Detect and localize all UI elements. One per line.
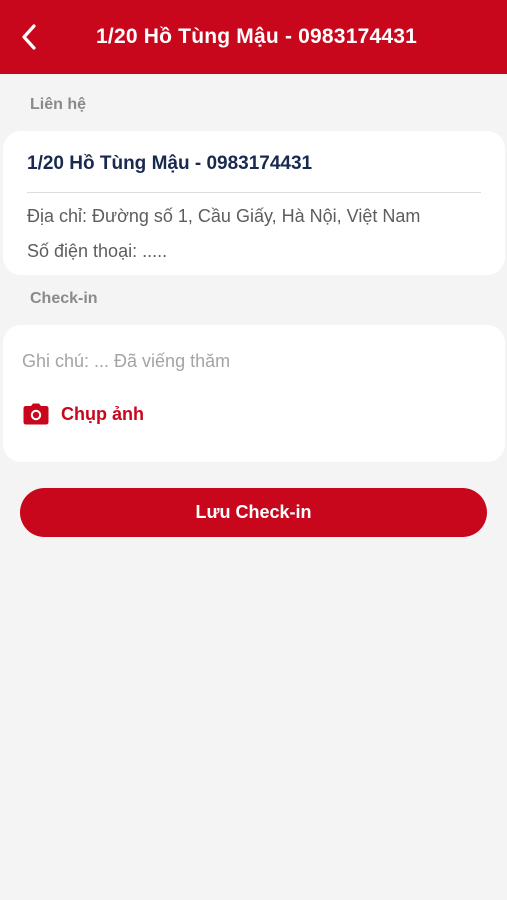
take-photo-label: Chụp ảnh [61,403,144,424]
contact-name: 1/20 Hồ Tùng Mậu - 0983174431 [27,153,313,174]
page-title: 1/20 Hồ Tùng Mậu - 0983174431 [96,25,417,48]
divider [27,192,481,193]
checkin-section-label: Check-in [30,290,98,307]
save-checkin-button[interactable]: Lưu Check-in [20,488,487,537]
note-input[interactable] [22,347,482,375]
contact-card: 1/20 Hồ Tùng Mậu - 0983174431 Địa chỉ: Đ… [3,131,505,275]
checkin-card: Chụp ảnh [3,325,505,462]
back-button[interactable] [14,22,44,52]
take-photo-button[interactable]: Chụp ảnh [23,399,144,429]
contact-phone: Số điện thoại: ..... [27,241,168,261]
chevron-left-icon [22,24,36,50]
top-app-bar: 1/20 Hồ Tùng Mậu - 0983174431 [0,0,507,74]
contact-section-label: Liên hệ [30,96,87,113]
camera-icon [23,403,49,425]
contact-address: Địa chỉ: Đường số 1, Cầu Giấy, Hà Nội, V… [27,206,421,226]
